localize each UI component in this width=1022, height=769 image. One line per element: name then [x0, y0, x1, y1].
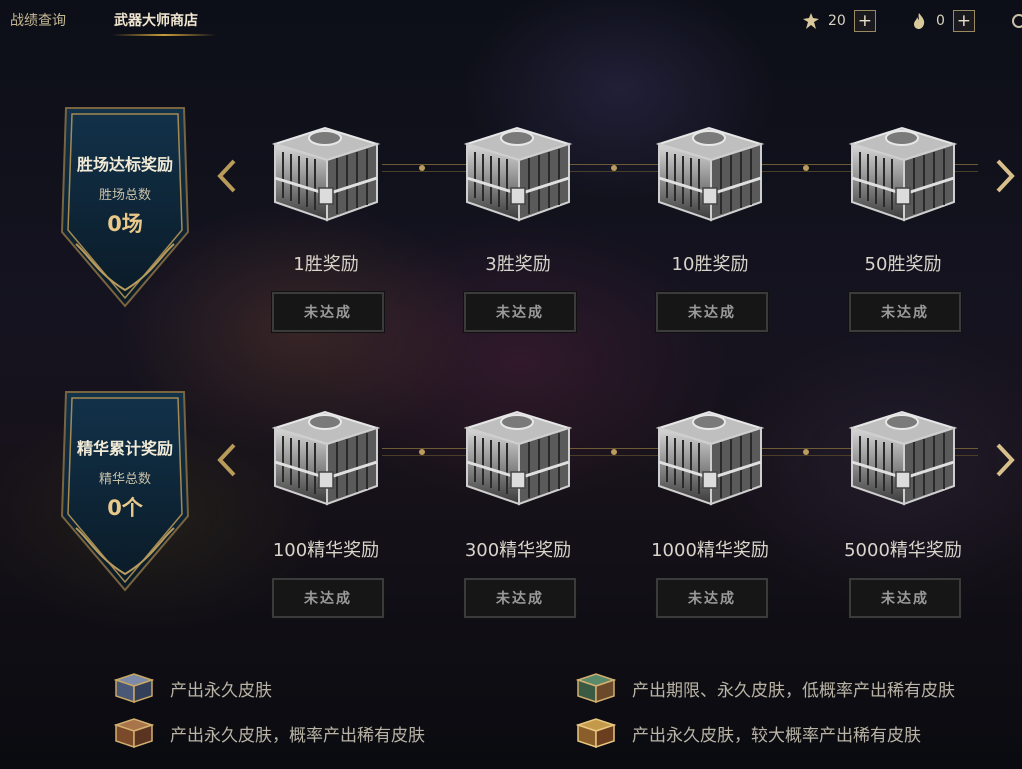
- reward-chest-icon[interactable]: [649, 406, 771, 508]
- reward-chest-icon[interactable]: [649, 122, 771, 224]
- banner-subtitle: 精华总数: [98, 472, 151, 487]
- essence-counter: 0 +: [910, 10, 975, 32]
- banner-value: 0场: [107, 212, 143, 236]
- claim-status-button[interactable]: 未达成: [848, 291, 962, 333]
- reward-item: 1胜奖励 未达成: [226, 118, 426, 338]
- reward-label: 100精华奖励: [272, 540, 380, 561]
- claim-status-button[interactable]: 未达成: [271, 577, 385, 619]
- banner-subtitle: 胜场总数: [98, 188, 151, 203]
- reward-label: 1000精华奖励: [651, 540, 769, 561]
- reward-chest-icon[interactable]: [457, 122, 579, 224]
- legend-label: 产出永久皮肤，较大概率产出稀有皮肤: [632, 725, 921, 746]
- legend-label: 产出永久皮肤: [170, 680, 272, 701]
- blue-chest-icon: [114, 673, 154, 704]
- settings-icon[interactable]: [1010, 12, 1022, 30]
- legend-item: 产出期限、永久皮肤，低概率产出稀有皮肤: [576, 672, 955, 704]
- reward-label: 3胜奖励: [485, 254, 551, 275]
- green-chest-icon: [576, 673, 616, 704]
- banner-title: 胜场达标奖励: [76, 155, 173, 174]
- reward-chest-icon[interactable]: [265, 122, 387, 224]
- reward-chest-icon[interactable]: [842, 406, 964, 508]
- bronze-chest-icon: [114, 718, 154, 749]
- claim-status-button[interactable]: 未达成: [463, 577, 577, 619]
- reward-item: 100精华奖励 未达成: [226, 402, 426, 622]
- add-essence-button[interactable]: +: [952, 10, 975, 32]
- reward-item: 10胜奖励 未达成: [610, 118, 810, 338]
- claim-status-button[interactable]: 未达成: [655, 577, 769, 619]
- legend-item: 产出永久皮肤: [114, 672, 272, 704]
- reward-item: 50胜奖励 未达成: [803, 118, 1003, 338]
- weapon-token-counter: 20 +: [802, 10, 876, 32]
- reward-item: 3胜奖励 未达成: [418, 118, 618, 338]
- flame-essence-icon: [914, 13, 925, 29]
- legend-item: 产出永久皮肤，概率产出稀有皮肤: [114, 717, 425, 749]
- banner-value: 0个: [107, 496, 143, 520]
- reward-item: 5000精华奖励 未达成: [803, 402, 1003, 622]
- essence-value: 0: [936, 13, 945, 29]
- reward-chest-icon[interactable]: [842, 122, 964, 224]
- reward-item: 300精华奖励 未达成: [418, 402, 618, 622]
- reward-item: 1000精华奖励 未达成: [610, 402, 810, 622]
- claim-status-button[interactable]: 未达成: [848, 577, 962, 619]
- gold-chest-icon: [576, 718, 616, 749]
- reward-label: 1胜奖励: [293, 254, 359, 275]
- weapon-token-icon: [803, 13, 819, 29]
- reward-label: 50胜奖励: [864, 254, 942, 275]
- banner-title: 精华累计奖励: [76, 439, 173, 458]
- active-tab-underline: [112, 34, 216, 36]
- legend-label: 产出永久皮肤，概率产出稀有皮肤: [170, 725, 425, 746]
- wins-reward-banner: 胜场达标奖励 胜场总数 0场: [58, 104, 192, 310]
- reward-label: 300精华奖励: [464, 540, 572, 561]
- reward-label: 5000精华奖励: [844, 540, 962, 561]
- tab-match-history[interactable]: 战绩查询: [10, 10, 66, 30]
- reward-chest-icon[interactable]: [265, 406, 387, 508]
- reward-label: 10胜奖励: [671, 254, 749, 275]
- essence-reward-banner: 精华累计奖励 精华总数 0个: [58, 388, 192, 594]
- reward-chest-icon[interactable]: [457, 406, 579, 508]
- legend-label: 产出期限、永久皮肤，低概率产出稀有皮肤: [632, 680, 955, 701]
- add-weapon-token-button[interactable]: +: [853, 10, 876, 32]
- top-bar: 战绩查询 武器大师商店 20 + 0 +: [0, 0, 1022, 42]
- claim-status-button[interactable]: 未达成: [271, 291, 385, 333]
- claim-status-button[interactable]: 未达成: [463, 291, 577, 333]
- weapon-token-value: 20: [828, 13, 846, 29]
- legend-item: 产出永久皮肤，较大概率产出稀有皮肤: [576, 717, 921, 749]
- tab-weapon-master-shop[interactable]: 武器大师商店: [114, 10, 198, 30]
- claim-status-button[interactable]: 未达成: [655, 291, 769, 333]
